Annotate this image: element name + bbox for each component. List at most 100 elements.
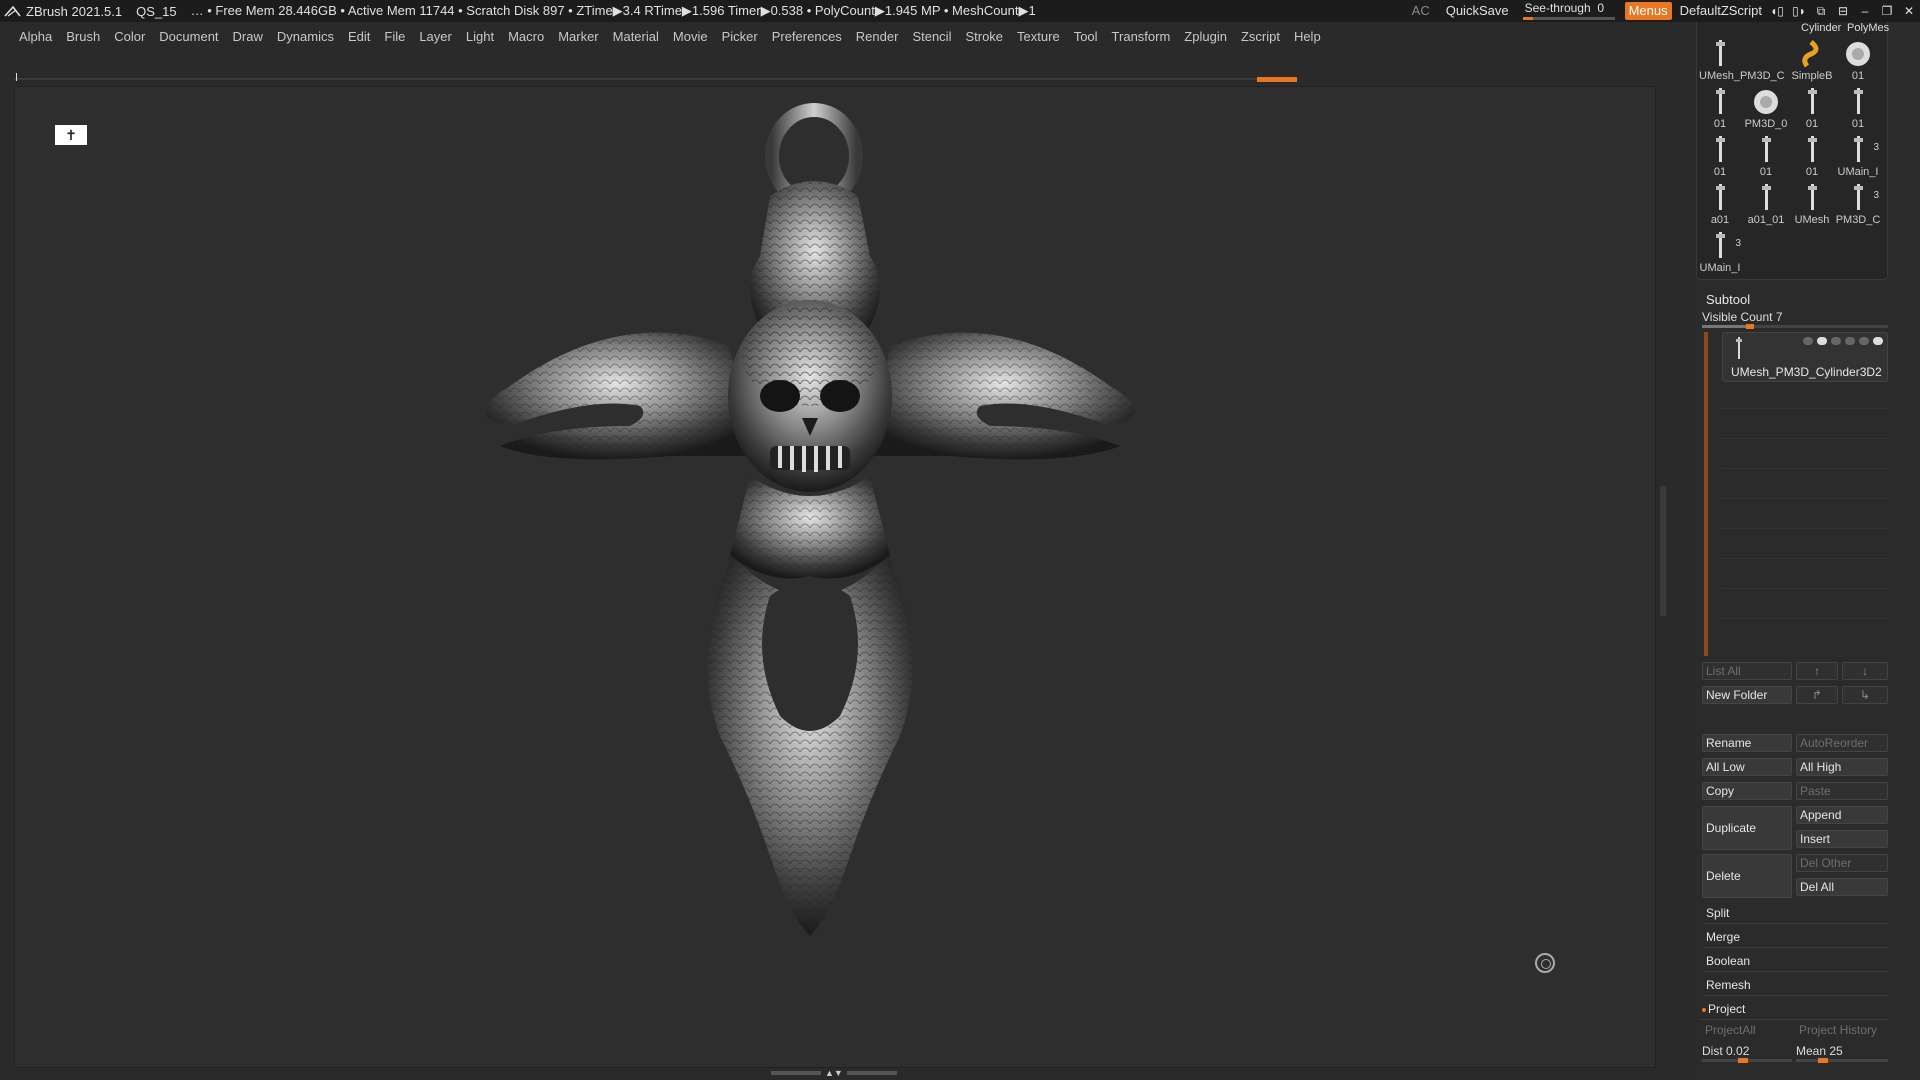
menu-render[interactable]: Render — [849, 29, 906, 44]
menu-color[interactable]: Color — [107, 29, 152, 44]
menu-stencil[interactable]: Stencil — [905, 29, 958, 44]
arrow-down-icon[interactable]: ↓ — [1842, 662, 1888, 680]
tool-thumbnail-item[interactable]: 01 — [1743, 132, 1789, 180]
menu-zscript[interactable]: Zscript — [1234, 29, 1287, 44]
tool-thumbnail-item[interactable]: 01 — [1789, 84, 1835, 132]
lock-icon[interactable] — [1859, 337, 1869, 345]
see-through-value: 0 — [1597, 1, 1604, 15]
bottom-shelf-handle[interactable]: ▲▼ — [771, 1068, 901, 1078]
see-through-knob[interactable] — [1522, 17, 1533, 20]
close-icon[interactable]: ✕ — [1898, 0, 1920, 22]
menu-file[interactable]: File — [377, 29, 412, 44]
copy-button[interactable]: Copy — [1702, 782, 1792, 800]
move-down-icon[interactable]: ↳ — [1842, 686, 1888, 704]
brush-icon[interactable] — [1803, 337, 1813, 345]
tool-thumbnail-item[interactable]: a01 — [1697, 180, 1743, 228]
insert-button[interactable]: Insert — [1796, 830, 1888, 848]
delete-button[interactable]: Delete — [1702, 854, 1792, 898]
menu-tool[interactable]: Tool — [1067, 29, 1105, 44]
tool-thumbnail-item[interactable]: UMesh_PM3D_C — [1697, 36, 1789, 84]
menu-dynamics[interactable]: Dynamics — [270, 29, 341, 44]
project-menu[interactable]: Project — [1698, 998, 1888, 1020]
tool-thumbnail-item[interactable]: 01 — [1835, 84, 1881, 132]
duplicate-button[interactable]: Duplicate — [1702, 806, 1792, 850]
subtool-item[interactable]: UMesh_PM3D_Cylinder3D2 — [1722, 332, 1888, 382]
menu-macro[interactable]: Macro — [501, 29, 551, 44]
subtool-title[interactable]: Subtool — [1706, 292, 1750, 307]
tool-thumbnail-item[interactable]: 3 UMain_I — [1697, 228, 1743, 276]
expanded-dot-icon — [1702, 1007, 1706, 1012]
quicksave-button[interactable]: QuickSave — [1438, 0, 1517, 22]
del-other-button[interactable]: Del Other — [1796, 854, 1888, 872]
visible-count-slider[interactable] — [1702, 324, 1888, 329]
project-history-button[interactable]: Project History — [1796, 1022, 1888, 1040]
tool-thumbnail-item[interactable]: 01 — [1789, 132, 1835, 180]
menu-marker[interactable]: Marker — [551, 29, 605, 44]
new-folder-button[interactable]: New Folder — [1702, 686, 1792, 704]
menu-stroke[interactable]: Stroke — [958, 29, 1010, 44]
mask-icon[interactable] — [1831, 337, 1841, 345]
tool-thumbnail-item[interactable]: 01 — [1697, 132, 1743, 180]
menu-layer[interactable]: Layer — [412, 29, 459, 44]
split-menu[interactable]: Split — [1702, 902, 1888, 924]
move-up-icon[interactable]: ↱ — [1796, 686, 1838, 704]
document-cross-icon[interactable]: ✝ — [55, 125, 87, 145]
rename-button[interactable]: Rename — [1702, 734, 1792, 752]
menu-document[interactable]: Document — [152, 29, 225, 44]
right-panel-divider[interactable] — [1660, 486, 1666, 616]
remesh-menu[interactable]: Remesh — [1702, 974, 1888, 996]
menu-texture[interactable]: Texture — [1010, 29, 1067, 44]
del-all-button[interactable]: Del All — [1796, 878, 1888, 896]
paste-button[interactable]: Paste — [1796, 782, 1888, 800]
brightness-icon[interactable]: ◖▯ — [1766, 0, 1788, 22]
menu-brush[interactable]: Brush — [59, 29, 107, 44]
tool-thumbnail-item[interactable]: 3 PM3D_C — [1835, 180, 1881, 228]
menu-edit[interactable]: Edit — [341, 29, 377, 44]
chevron-up-icon: ▲▼ — [825, 1068, 843, 1078]
menu-movie[interactable]: Movie — [666, 29, 715, 44]
menu-preferences[interactable]: Preferences — [765, 29, 849, 44]
polypaint-icon[interactable] — [1817, 337, 1827, 345]
menu-zplugin[interactable]: Zplugin — [1177, 29, 1234, 44]
menu-transform[interactable]: Transform — [1105, 29, 1178, 44]
menu-material[interactable]: Material — [606, 29, 666, 44]
tool-thumbnail-item[interactable]: a01_01 — [1743, 180, 1789, 228]
see-through-slider[interactable]: See-through 0 — [1517, 0, 1621, 22]
layout-swap-icon[interactable]: ⧉ — [1810, 0, 1832, 22]
menu-help[interactable]: Help — [1287, 29, 1328, 44]
all-high-button[interactable]: All High — [1796, 758, 1888, 776]
menu-light[interactable]: Light — [459, 29, 501, 44]
default-zscript-button[interactable]: DefaultZScript — [1676, 0, 1766, 22]
list-all-button[interactable]: List All — [1702, 662, 1792, 680]
all-low-button[interactable]: All Low — [1702, 758, 1792, 776]
ac-button[interactable]: AC — [1404, 0, 1438, 22]
tool-thumbnail-item[interactable]: PM3D_0 — [1743, 84, 1789, 132]
menu-alpha[interactable]: Alpha — [12, 29, 59, 44]
mean-label: Mean — [1796, 1044, 1827, 1058]
project-all-button[interactable]: ProjectAll — [1702, 1022, 1792, 1040]
boolean-menu[interactable]: Boolean — [1702, 950, 1888, 972]
minimize-icon[interactable]: – — [1854, 0, 1876, 22]
window-layout-icon[interactable]: ⊟ — [1832, 0, 1854, 22]
tool-thumbnail-item[interactable]: 01 — [1835, 36, 1881, 84]
menu-draw[interactable]: Draw — [226, 29, 270, 44]
mean-slider[interactable]: Mean 25 — [1796, 1044, 1888, 1063]
append-button[interactable]: Append — [1796, 806, 1888, 824]
eye-icon[interactable] — [1873, 337, 1883, 345]
tool-thumbnail-item[interactable]: SimpleB — [1789, 36, 1835, 84]
restore-icon[interactable]: ❐ — [1876, 0, 1898, 22]
gyro-icon[interactable] — [1535, 953, 1555, 973]
menu-picker[interactable]: Picker — [715, 29, 765, 44]
arrow-up-icon[interactable]: ↑ — [1796, 662, 1838, 680]
contrast-icon[interactable]: ▯◗ — [1788, 0, 1810, 22]
tool-thumbnail-item[interactable]: UMesh — [1789, 180, 1835, 228]
menus-toggle-button[interactable]: Menus — [1624, 2, 1672, 20]
subtool-scrollbar[interactable] — [1704, 332, 1708, 656]
dist-slider[interactable]: Dist 0.02 — [1702, 1044, 1792, 1063]
merge-menu[interactable]: Merge — [1702, 926, 1888, 948]
folder-icon[interactable] — [1845, 337, 1855, 345]
tool-thumbnail-item[interactable]: 3 UMain_I — [1835, 132, 1881, 180]
autoreorder-button[interactable]: AutoReorder — [1796, 734, 1888, 752]
shelf-marker[interactable] — [1257, 77, 1297, 82]
tool-thumbnail-item[interactable]: 01 — [1697, 84, 1743, 132]
